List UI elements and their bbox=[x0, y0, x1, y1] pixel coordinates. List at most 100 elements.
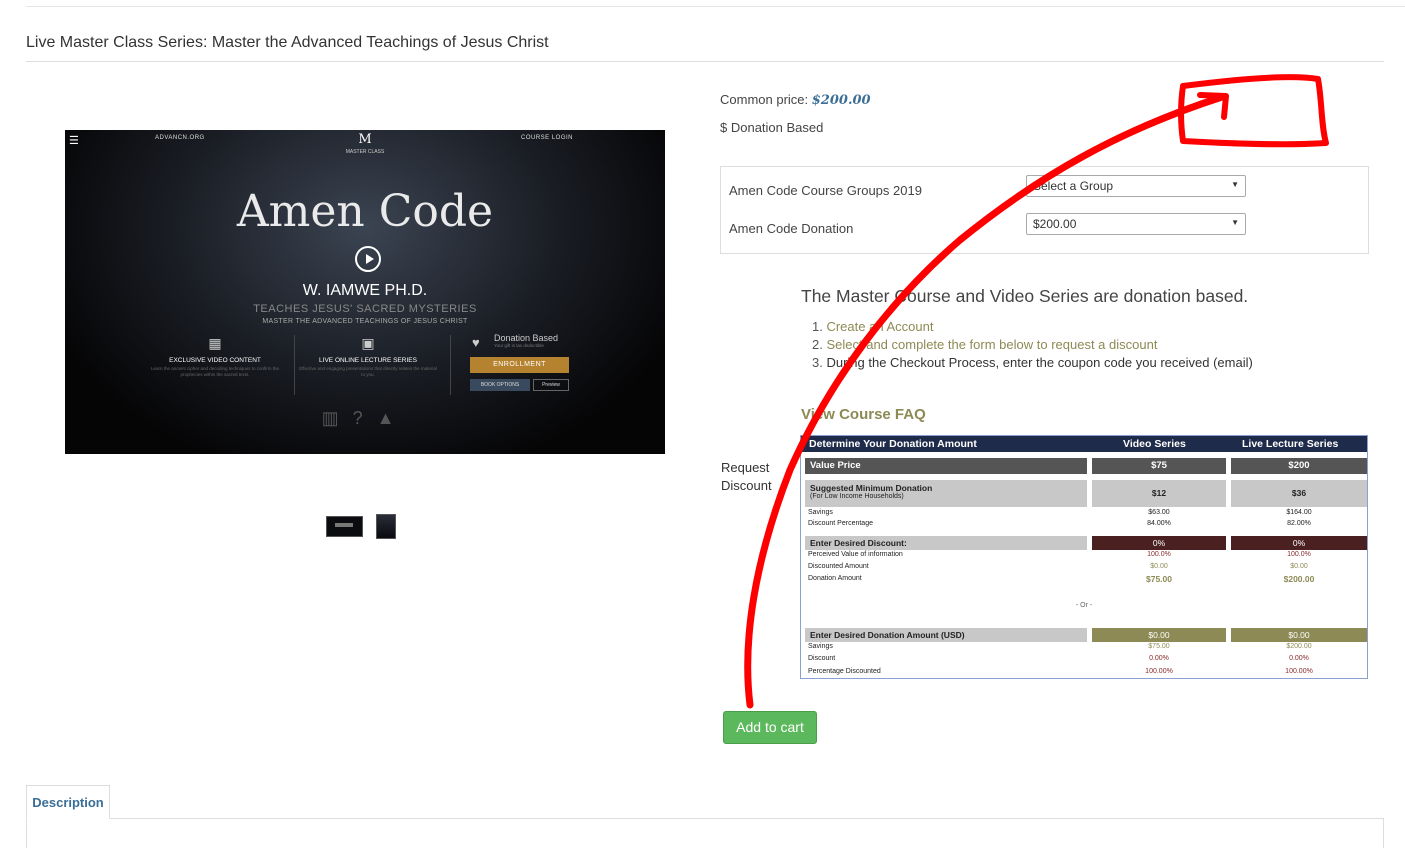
savings-live: $164.00 bbox=[1286, 509, 1312, 516]
graduation-cap-icon: ▲ bbox=[376, 408, 409, 428]
hero-feature-lecture: ▣ LIVE ONLINE LECTURE SERIES Effective a… bbox=[298, 335, 438, 378]
request-discount-label: Request Discount bbox=[721, 460, 772, 493]
pct-discounted-video: 100.00% bbox=[1145, 668, 1173, 675]
product-options: Amen Code Course Groups 2019 Select a Gr… bbox=[720, 166, 1369, 254]
discount2-video: 0.00% bbox=[1149, 655, 1169, 662]
value-price-live: $200 bbox=[1231, 458, 1367, 474]
step-number: 3. bbox=[812, 355, 827, 370]
page-title: Live Master Class Series: Master the Adv… bbox=[26, 34, 549, 51]
donation-select[interactable]: $200.00 ▼ bbox=[1026, 213, 1246, 235]
perceived-video: 100.0% bbox=[1147, 551, 1171, 558]
pct-discounted-label: Percentage Discounted bbox=[808, 668, 881, 675]
step-number: 1. bbox=[812, 319, 827, 334]
hero-login-label: COURSE LOGIN bbox=[520, 135, 573, 141]
create-account-link[interactable]: Create an Account bbox=[826, 319, 933, 334]
hero-author: W. IAMWE PH.D. bbox=[302, 282, 428, 299]
master-class-logo: M bbox=[358, 132, 372, 147]
donation-select-value: $200.00 bbox=[1033, 217, 1077, 231]
discount-input-live[interactable]: 0% bbox=[1231, 536, 1367, 550]
smd-subtitle: (For Low Income Households) bbox=[810, 493, 904, 500]
or-divider: - Or - bbox=[1075, 602, 1093, 609]
savings2-video: $75.00 bbox=[1148, 643, 1170, 650]
smd-video: $12 bbox=[1092, 480, 1226, 507]
value-price-video: $75 bbox=[1092, 458, 1226, 474]
hero-donation: ♥ Donation Based Your gift is tax deduct… bbox=[470, 333, 570, 350]
hero-tagline: TEACHES JESUS' SACRED MYSTERIES bbox=[253, 303, 477, 315]
smd-title: Suggested Minimum Donation bbox=[810, 483, 933, 493]
discount-pct-video: 84.00% bbox=[1147, 520, 1171, 527]
hero-subtag: MASTER THE ADVANCED TEACHINGS OF JESUS C… bbox=[262, 318, 468, 325]
chart-icon: ▥ bbox=[321, 408, 353, 428]
hero-headline: Amen Code bbox=[236, 186, 494, 237]
step-number: 2. bbox=[812, 337, 827, 352]
donation-amount-video: $75.00 bbox=[1146, 574, 1172, 584]
annotation-rectangle bbox=[1178, 74, 1329, 148]
discount-pct-label: Discount Percentage bbox=[808, 520, 873, 527]
savings2-label: Savings bbox=[808, 643, 833, 650]
add-to-cart-button[interactable]: Add to cart bbox=[723, 711, 817, 744]
clapperboard-icon: ▦ bbox=[208, 335, 222, 351]
hero-bottom-icons: ▥?▲ bbox=[65, 408, 665, 429]
discounted-amount-label: Discounted Amount bbox=[808, 563, 869, 570]
enter-discount-label: Enter Desired Discount: bbox=[805, 536, 1087, 550]
amount-input-live[interactable]: $0.00 bbox=[1231, 628, 1367, 642]
play-icon bbox=[355, 246, 381, 272]
discounted-amount-live: $0.00 bbox=[1290, 563, 1308, 570]
calc-header-left: Determine Your Donation Amount bbox=[809, 438, 977, 450]
donation-label: Amen Code Donation bbox=[729, 221, 854, 236]
discount-pct-live: 82.00% bbox=[1287, 520, 1311, 527]
feature-desc: Learn the ancient cipher and decoding te… bbox=[150, 366, 280, 377]
savings2-live: $200.00 bbox=[1286, 643, 1312, 650]
title-divider bbox=[26, 61, 1384, 62]
annotation-arrowhead bbox=[1197, 92, 1229, 120]
heart-icon: ♥ bbox=[472, 335, 480, 350]
donation-sub: Your gift is tax deductible bbox=[494, 343, 544, 348]
calc-header: Determine Your Donation Amount Video Ser… bbox=[801, 436, 1367, 452]
groups-select[interactable]: Select a Group ▼ bbox=[1026, 175, 1246, 197]
discounted-amount-video: $0.00 bbox=[1150, 563, 1168, 570]
feature-title: EXCLUSIVE VIDEO CONTENT bbox=[169, 357, 261, 364]
donation-based-label: $ Donation Based bbox=[720, 120, 824, 135]
discount-form-link[interactable]: Select and complete the form below to re… bbox=[826, 337, 1157, 352]
donation-label: Donation Based bbox=[494, 333, 559, 343]
amount-input-video[interactable]: $0.00 bbox=[1092, 628, 1226, 642]
course-faq-link[interactable]: View Course FAQ bbox=[801, 406, 926, 423]
common-price-value: $200.00 bbox=[811, 93, 871, 108]
hero-separator bbox=[294, 335, 295, 395]
enrollment-button[interactable]: ENROLLMENT bbox=[470, 357, 569, 373]
suggested-min-label: Suggested Minimum Donation (For Low Inco… bbox=[805, 480, 1087, 507]
perceived-live: 100.0% bbox=[1287, 551, 1311, 558]
feature-desc: Effective and engaging presentations tha… bbox=[299, 366, 437, 377]
savings-label: Savings bbox=[808, 509, 833, 516]
hero-separator bbox=[450, 335, 451, 395]
groups-label: Amen Code Course Groups 2019 bbox=[729, 183, 922, 198]
step-3-text: During the Checkout Process, enter the c… bbox=[826, 355, 1253, 370]
discount-input-video[interactable]: 0% bbox=[1092, 536, 1226, 550]
discount2-live: 0.00% bbox=[1289, 655, 1309, 662]
calc-header-live: Live Lecture Series bbox=[1242, 438, 1339, 450]
donation-amount-label: Donation Amount bbox=[808, 575, 862, 582]
value-price-label: Value Price bbox=[805, 458, 1087, 474]
tab-description[interactable]: Description bbox=[26, 785, 110, 819]
donation-calculator[interactable]: Determine Your Donation Amount Video Ser… bbox=[800, 435, 1368, 679]
product-image[interactable]: ☰ ADVANCN.ORG M MASTER CLASS COURSE LOGI… bbox=[65, 130, 665, 454]
savings-video: $63.00 bbox=[1148, 509, 1170, 516]
chevron-down-icon: ▼ bbox=[1231, 218, 1239, 227]
smd-live: $36 bbox=[1231, 480, 1367, 507]
book-options-button[interactable]: BOOK OPTIONS bbox=[470, 379, 530, 391]
perceived-label: Perceived Value of information bbox=[808, 551, 903, 558]
monitor-icon: ▣ bbox=[361, 335, 375, 351]
tab-panel bbox=[26, 818, 1384, 848]
thumbnail-2[interactable] bbox=[376, 514, 396, 539]
chevron-down-icon: ▼ bbox=[1231, 180, 1239, 189]
donation-heading: The Master Course and Video Series are d… bbox=[801, 286, 1249, 306]
calc-header-video: Video Series bbox=[1123, 438, 1186, 450]
top-divider bbox=[26, 6, 1405, 7]
thumbnail-1[interactable] bbox=[326, 516, 363, 537]
groups-select-value: Select a Group bbox=[1033, 179, 1114, 193]
common-price: Common price: $200.00 bbox=[720, 92, 871, 108]
feature-title: LIVE ONLINE LECTURE SERIES bbox=[319, 357, 417, 364]
preview-button[interactable]: Preview bbox=[533, 379, 569, 391]
common-price-label: Common price: bbox=[720, 92, 809, 107]
pct-discounted-live: 100.00% bbox=[1285, 668, 1313, 675]
